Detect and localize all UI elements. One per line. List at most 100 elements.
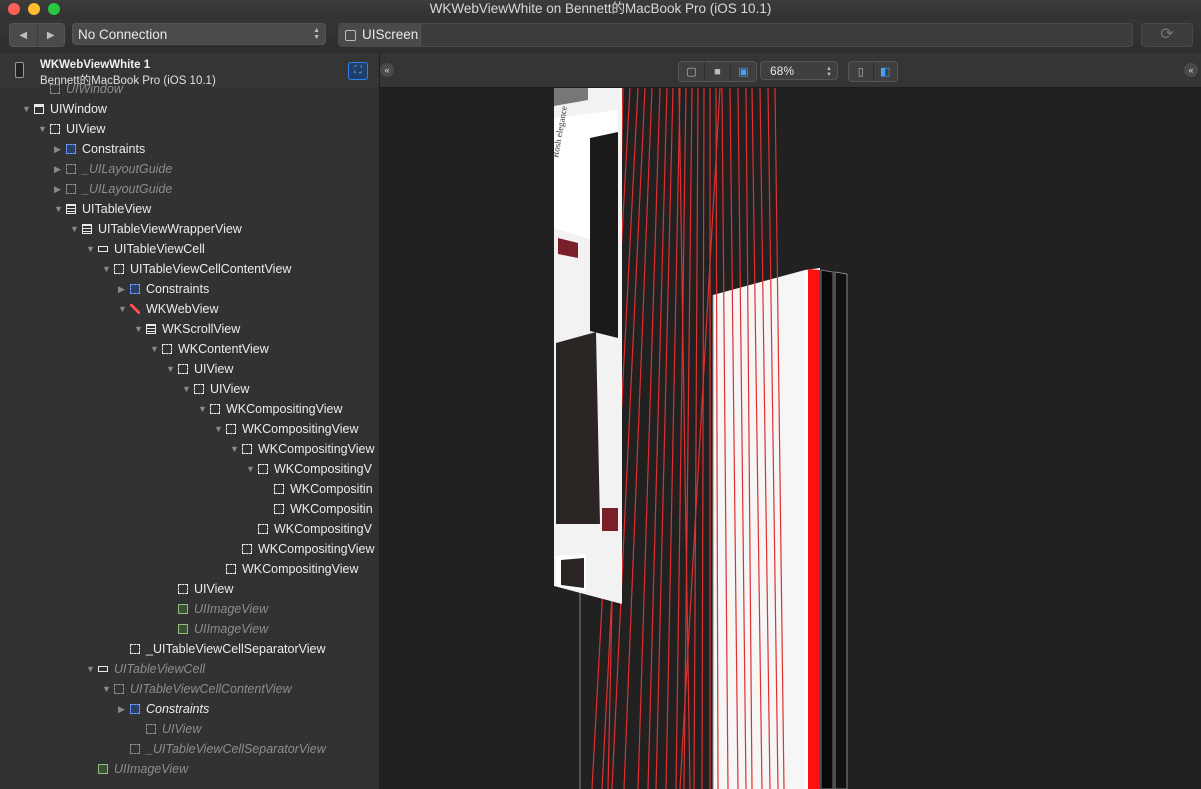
flat-view-button[interactable]: ▯	[849, 62, 873, 81]
back-button[interactable]: ◀	[10, 24, 37, 46]
tree-row[interactable]: ▶ Constraints	[118, 699, 209, 719]
tree-row[interactable]: WKCompositin	[262, 499, 373, 519]
reload-button[interactable]: ⟳	[1141, 23, 1193, 47]
tree-row[interactable]: ▼ WKWebView	[118, 299, 218, 319]
tree-row[interactable]: _UITableViewCellSeparatorView	[118, 739, 326, 759]
tree-row[interactable]: ▼ WKScrollView	[134, 319, 240, 339]
tree-row[interactable]: ▼ UITableViewCell	[86, 239, 205, 259]
tree-row-label: UIWindow	[50, 102, 107, 116]
tree-row-label: _UITableViewCellSeparatorView	[146, 742, 326, 756]
disclosure-expanded-icon[interactable]: ▼	[102, 259, 114, 279]
tree-row-label: UIView	[194, 582, 234, 596]
tree-row[interactable]: WKCompositingView	[230, 539, 374, 559]
zoom-window-button[interactable]	[48, 3, 60, 15]
tree-row[interactable]: ▼ UIView	[166, 359, 233, 379]
collapse-right-button[interactable]: «	[1184, 63, 1198, 77]
3d-view-icon: ◧	[880, 66, 891, 78]
disclosure-expanded-icon[interactable]: ▼	[70, 219, 82, 239]
tree-row-label: UIImageView	[114, 762, 189, 776]
content-mode-button[interactable]: ■	[704, 62, 730, 81]
tree-row[interactable]: ▶ _UILayoutGuide	[54, 179, 172, 199]
dash-icon	[162, 344, 172, 354]
tree-row[interactable]: ▶ Constraints	[118, 279, 209, 299]
tree-row[interactable]: WKCompositingView	[214, 559, 358, 579]
tree-row[interactable]: ▼ WKContentView	[150, 339, 269, 359]
tree-row[interactable]: ▼ UITableViewCellContentView	[102, 259, 291, 279]
disclosure-expanded-icon[interactable]: ▼	[38, 119, 50, 139]
tree-row-label: UITableViewCell	[114, 242, 205, 256]
disclosure-expanded-icon[interactable]: ▼	[86, 659, 98, 679]
tree-row[interactable]: WKCompositin	[262, 479, 373, 499]
disclosure-expanded-icon[interactable]: ▼	[102, 679, 114, 699]
red-layer-plane	[808, 269, 820, 789]
forward-button[interactable]: ▶	[36, 24, 65, 46]
tree-row[interactable]: ▼ WKCompositingV	[246, 459, 372, 479]
tree-row[interactable]: UIWindow	[38, 79, 123, 99]
tree-row-label: _UILayoutGuide	[82, 162, 173, 176]
minimize-window-button[interactable]	[28, 3, 40, 15]
wireframe-content-mode-button[interactable]: ▣	[730, 62, 756, 81]
tree-row[interactable]: UIImageView	[86, 759, 188, 779]
disclosure-expanded-icon[interactable]: ▼	[230, 439, 242, 459]
tree-row[interactable]: ▼ UIView	[182, 379, 249, 399]
refresh-icon: ⟳	[1160, 26, 1174, 43]
double-chevron-left-icon: «	[384, 65, 390, 75]
disclosure-expanded-icon[interactable]: ▼	[214, 419, 226, 439]
content-icon: ■	[714, 65, 721, 78]
disclosure-expanded-icon[interactable]: ▼	[54, 199, 66, 219]
disclosure-expanded-icon[interactable]: ▼	[182, 379, 194, 399]
tree-row-label: _UILayoutGuide	[82, 182, 173, 196]
updown-chevron-icon: ▲ ▼	[826, 66, 832, 78]
tree-row[interactable]: ▼ UITableView	[54, 199, 151, 219]
3d-view-button[interactable]: ◧	[872, 62, 898, 81]
tree-row[interactable]: WKCompositingV	[246, 519, 372, 539]
disclosure-expanded-icon[interactable]: ▼	[150, 339, 162, 359]
collapse-left-button[interactable]: «	[380, 63, 394, 77]
focus-button[interactable]: ⛶	[348, 62, 368, 80]
tree-row-label: WKCompositin	[290, 482, 373, 496]
disclosure-expanded-icon[interactable]: ▼	[134, 319, 146, 339]
tree-row[interactable]: _UITableViewCellSeparatorView	[118, 639, 326, 659]
tree-row[interactable]: UIImageView	[166, 599, 268, 619]
window-title: WKWebViewWhite on Bennett的MacBook Pro (i…	[429, 1, 772, 16]
tree-row[interactable]: ▼ WKCompositingView	[230, 439, 374, 459]
tree-row[interactable]: ▼ UIView	[38, 119, 105, 139]
updown-chevron-icon: ▲ ▼	[313, 27, 320, 41]
disclosure-collapsed-icon[interactable]: ▶	[54, 159, 66, 179]
disclosure-expanded-icon[interactable]: ▼	[22, 99, 34, 119]
connection-select[interactable]: No Connection ▲ ▼	[72, 23, 326, 45]
wireframe-mode-button[interactable]: ▢	[679, 62, 704, 81]
table-icon	[82, 224, 92, 234]
disclosure-collapsed-icon[interactable]: ▶	[54, 179, 66, 199]
tree-row-label: UITableView	[82, 202, 152, 216]
disclosure-collapsed-icon[interactable]: ▶	[54, 139, 66, 159]
disclosure-expanded-icon[interactable]: ▼	[246, 459, 258, 479]
tree-row[interactable]: ▼ WKCompositingView	[214, 419, 358, 439]
tree-row[interactable]: ▼ UITableViewCell	[86, 659, 205, 679]
disclosure-expanded-icon[interactable]: ▼	[86, 239, 98, 259]
tree-row-label: WKCompositingView	[242, 562, 359, 576]
tree-row-label: WKScrollView	[162, 322, 241, 336]
canvas-toolbar: « ▢ ■ ▣ 68% ▲ ▼ ▯ ◧ «	[380, 53, 1201, 88]
view-canvas[interactable]: Rosh elegance	[380, 88, 1201, 789]
uiscreen-scope-button[interactable]: UIScreen	[339, 24, 421, 46]
thumbnail-photo	[561, 558, 584, 588]
tree-row[interactable]: UIView	[134, 719, 201, 739]
dash-icon	[274, 484, 284, 494]
tree-row[interactable]: UIView	[166, 579, 233, 599]
dash-icon	[258, 464, 268, 474]
tree-row[interactable]: ▼ WKCompositingView	[198, 399, 342, 419]
disclosure-expanded-icon[interactable]: ▼	[198, 399, 210, 419]
tree-row[interactable]: ▶ _UILayoutGuide	[54, 159, 172, 179]
zoom-select[interactable]: 68% ▲ ▼	[760, 61, 838, 80]
tree-row[interactable]: ▼ UITableViewCellContentView	[102, 679, 292, 699]
disclosure-expanded-icon[interactable]: ▼	[166, 359, 178, 379]
disclosure-expanded-icon[interactable]: ▼	[118, 299, 130, 319]
tree-row[interactable]: UIImageView	[166, 619, 268, 639]
tree-row[interactable]: ▼ UITableViewWrapperView	[70, 219, 242, 239]
close-window-button[interactable]	[8, 3, 20, 15]
tree-row[interactable]: ▶ Constraints	[54, 139, 145, 159]
tree-row[interactable]: ▼ UIWindow	[22, 99, 107, 119]
disclosure-collapsed-icon[interactable]: ▶	[118, 699, 130, 719]
disclosure-collapsed-icon[interactable]: ▶	[118, 279, 130, 299]
